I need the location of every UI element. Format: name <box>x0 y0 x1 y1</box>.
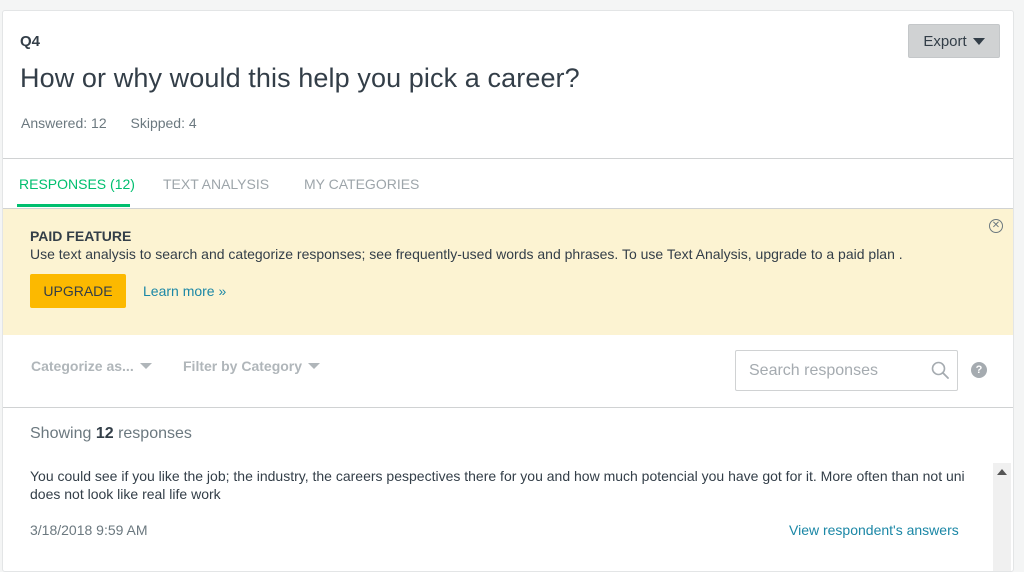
paid-feature-banner: PAID FEATURE Use text analysis to search… <box>3 209 1013 335</box>
question-stats: Answered: 12 Skipped: 4 <box>21 115 217 131</box>
question-card: Q4 How or why would this help you pick a… <box>2 10 1014 572</box>
response-text: You could see if you like the job; the i… <box>30 468 965 502</box>
upgrade-button[interactable]: UPGRADE <box>30 274 126 308</box>
scroll-up-arrow-icon[interactable] <box>997 469 1007 475</box>
toolbar-divider <box>3 407 1013 408</box>
showing-number: 12 <box>95 425 114 442</box>
chevron-down-icon <box>972 37 985 45</box>
banner-title: PAID FEATURE <box>30 228 132 244</box>
search-input[interactable] <box>736 351 924 390</box>
search-icon[interactable] <box>931 361 949 379</box>
chevron-down-icon <box>308 363 321 369</box>
categorize-dropdown[interactable]: Categorize as... <box>31 358 152 374</box>
filter-label: Filter by Category <box>183 358 303 374</box>
tab-bar: RESPONSES (12) TEXT ANALYSIS MY CATEGORI… <box>3 159 1013 209</box>
help-icon[interactable]: ? <box>971 362 987 378</box>
showing-suffix: responses <box>118 425 192 442</box>
learn-more-link[interactable]: Learn more » <box>143 283 226 299</box>
categorize-label: Categorize as... <box>31 358 134 374</box>
active-tab-indicator <box>17 204 130 207</box>
tab-my-categories[interactable]: MY CATEGORIES <box>304 176 419 192</box>
answered-count: Answered: 12 <box>21 115 107 131</box>
banner-text: Use text analysis to search and categori… <box>30 246 903 262</box>
question-title: How or why would this help you pick a ca… <box>20 63 580 93</box>
skipped-count: Skipped: 4 <box>130 115 197 131</box>
export-label: Export <box>923 32 967 50</box>
view-respondent-link[interactable]: View respondent's answers <box>789 522 959 538</box>
tab-text-analysis[interactable]: TEXT ANALYSIS <box>163 176 269 192</box>
scrollbar[interactable] <box>993 463 1011 571</box>
showing-prefix: Showing <box>30 425 92 442</box>
tab-responses[interactable]: RESPONSES (12) <box>19 176 135 192</box>
response-toolbar: Categorize as... Filter by Category ? <box>3 335 1013 407</box>
chevron-down-icon <box>139 363 152 369</box>
export-button[interactable]: Export <box>908 24 1000 58</box>
search-box <box>735 350 958 391</box>
question-number: Q4 <box>20 33 41 50</box>
showing-count: Showing 12 responses <box>30 425 192 443</box>
response-date: 3/18/2018 9:59 AM <box>30 522 148 538</box>
filter-category-dropdown[interactable]: Filter by Category <box>183 358 321 374</box>
close-circle-icon[interactable]: ✕ <box>989 219 1003 233</box>
